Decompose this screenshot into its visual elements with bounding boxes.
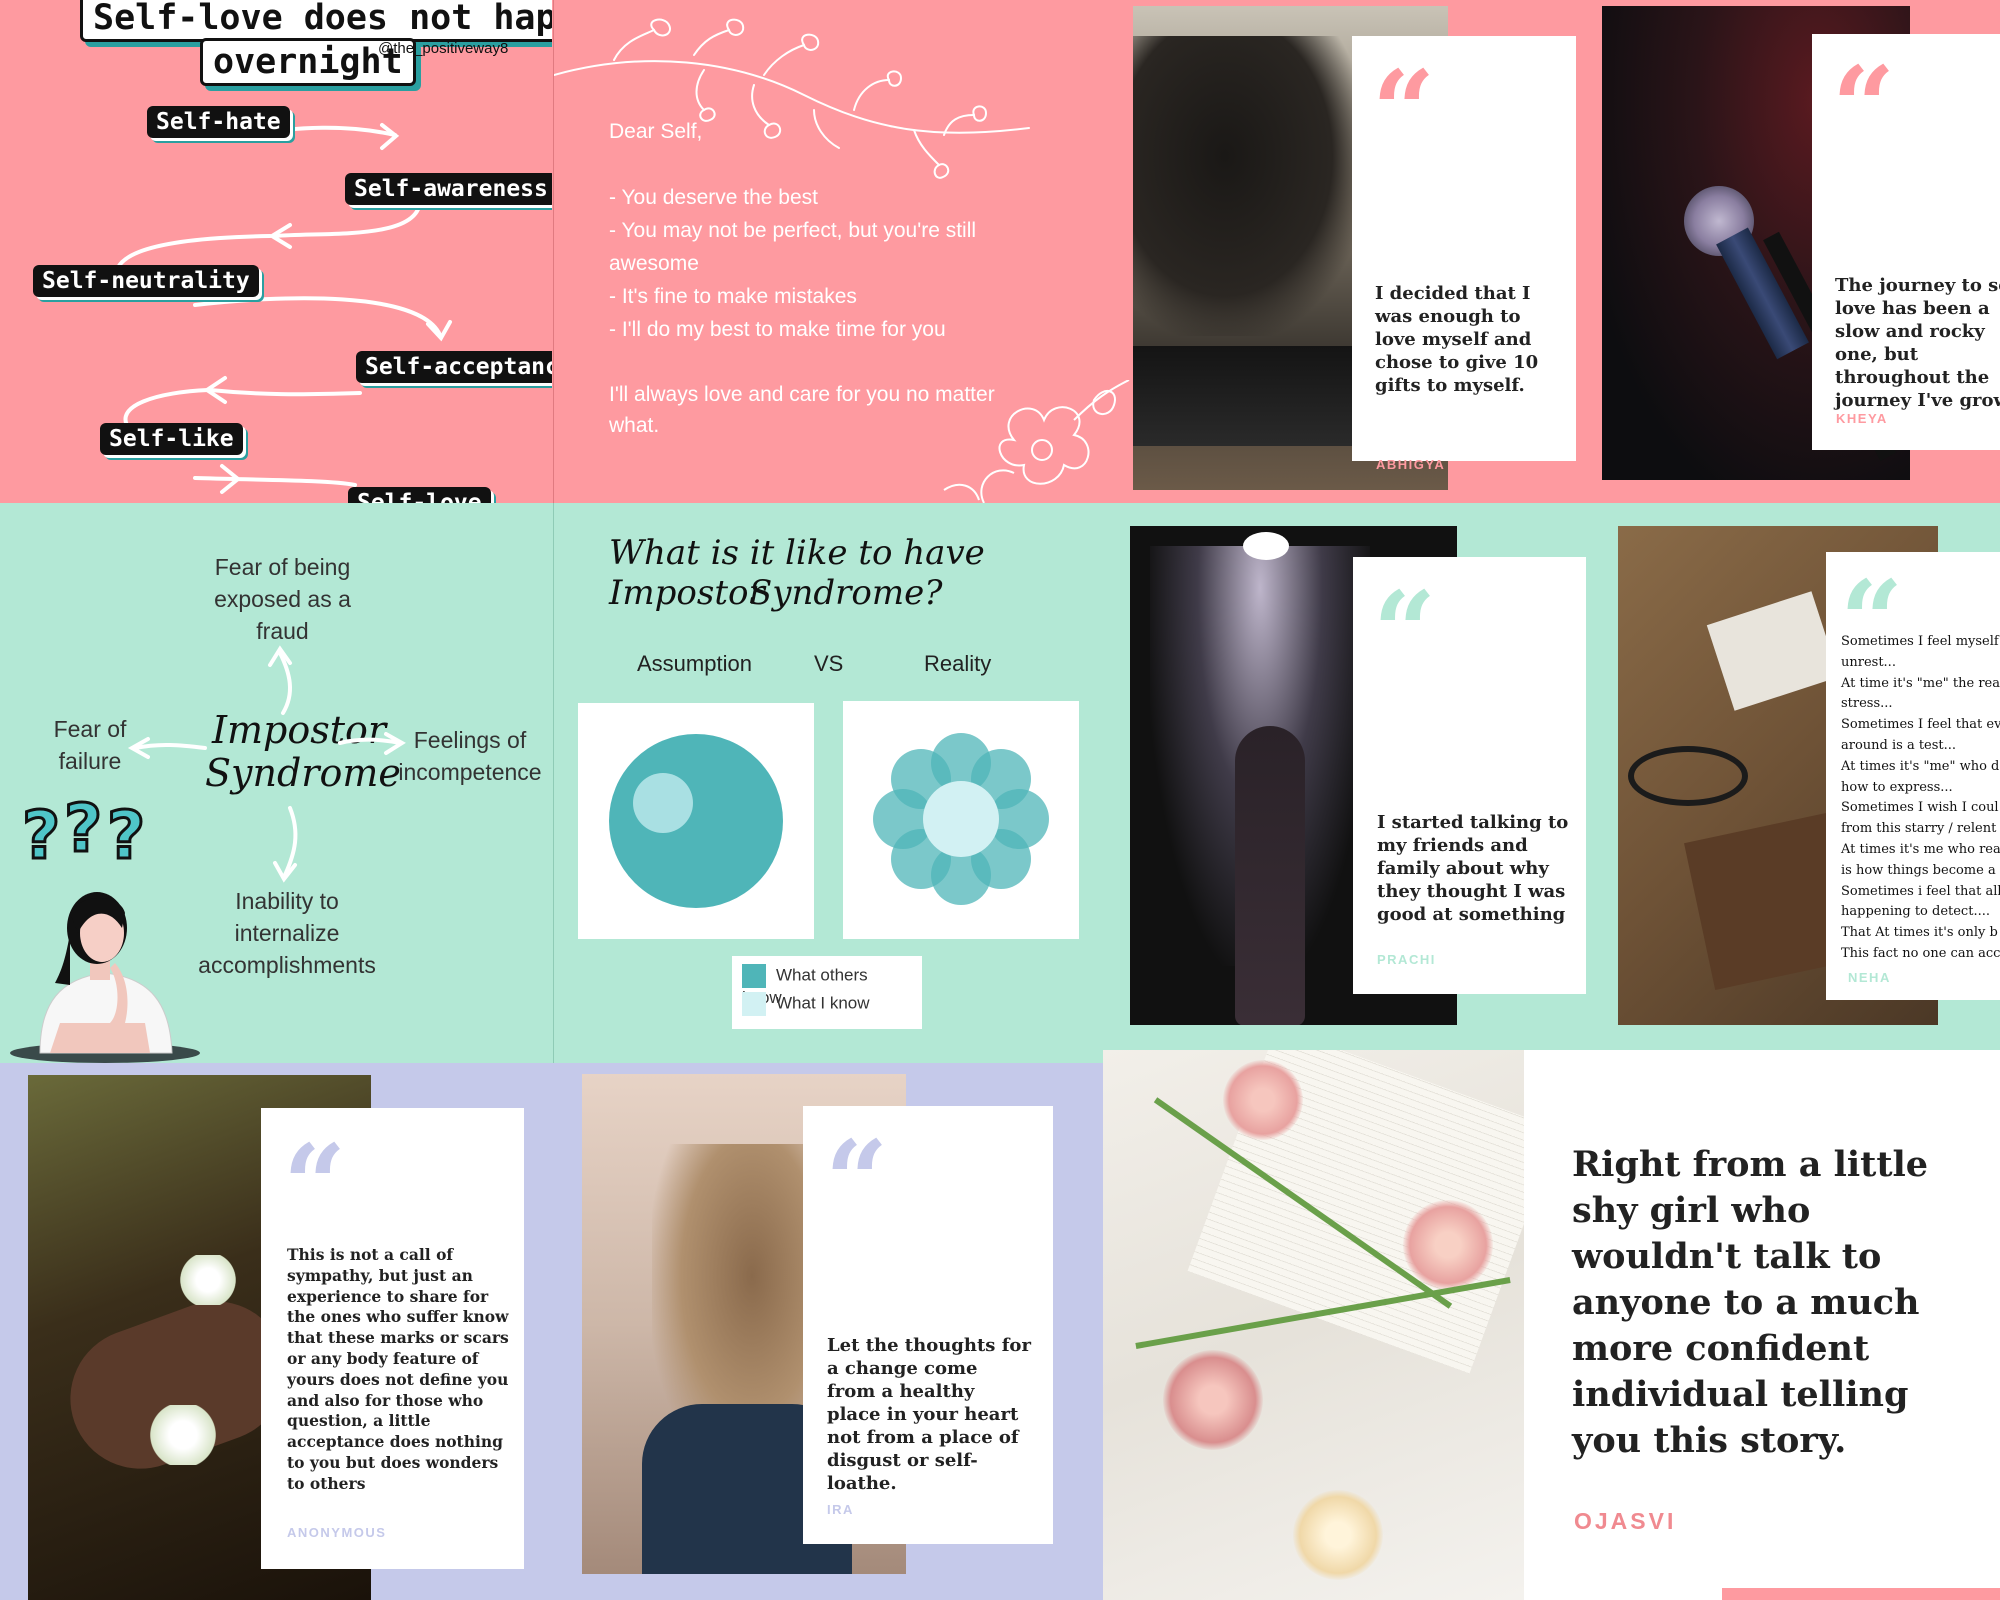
photo-cards: [1706, 591, 1840, 711]
pink-flower: [1223, 1060, 1303, 1140]
impostor-chart-panel: What is it like to have Impostor Syndrom…: [554, 503, 1104, 1063]
step-self-hate: Self-hate: [147, 106, 290, 138]
neha-line: Sometimes I feel myself: [1841, 634, 1999, 649]
quote-text-abhigya: I decided that I was enough to love myse…: [1375, 283, 1539, 396]
dear-self-closing-1: I'll always love and care for you no mat…: [609, 383, 995, 406]
dear-self-greeting: Dear Self,: [609, 120, 703, 143]
reality-flower: [873, 733, 1049, 905]
spotlight-lamp: [1243, 532, 1289, 560]
neha-line: from this starry / relent: [1841, 821, 1997, 837]
quote-card-anonymous: “ This is not a call of sympathy, but ju…: [261, 1108, 524, 1569]
quote-author-anonymous: ANONYMOUS: [287, 1525, 387, 1540]
quote-mark-icon: “: [1372, 46, 1436, 175]
book-page-shadow: [1133, 36, 1363, 336]
neha-line: around is a test...: [1841, 737, 1957, 753]
dear-self-panel: Dear Self, - You deserve the best - You …: [554, 0, 1134, 503]
impostor-map-panel: Fear of being exposed as a fraud Fear of…: [0, 503, 553, 1063]
quote-text-ojasvi: Right from a little shy girl who wouldn'…: [1572, 1144, 1929, 1461]
chart-title-line-2: Syndrome?: [749, 573, 943, 613]
cream-flower: [1293, 1490, 1383, 1580]
dear-self-line-1: - You deserve the best: [609, 186, 818, 209]
neha-line: This fact no one can acc: [1841, 945, 2000, 961]
quote-card-neha: “ Sometimes I feel myself unrest... At t…: [1826, 552, 2000, 1000]
assumption-box: [578, 703, 814, 939]
quote-text-neha: Sometimes I feel myself unrest... At tim…: [1841, 632, 2000, 965]
journey-arrows: [113, 123, 452, 494]
legend-label-me: What I know: [776, 993, 870, 1013]
neha-line: At time it's "me" the rea: [1841, 675, 2000, 691]
neha-line: At times it's "me" who d: [1841, 758, 2000, 774]
svg-text:?: ?: [64, 793, 102, 867]
quote-author-neha: NEHA: [1848, 970, 1891, 985]
question-marks-icon: ? ? ?: [22, 793, 147, 873]
neha-line: is how things become a l: [1841, 862, 2000, 878]
selflove-panel: Self-love does not happen overnight @the…: [0, 0, 552, 503]
dear-self-closing-2: what.: [609, 414, 660, 437]
thinking-woman-illustration: [10, 892, 200, 1063]
quote-mark-icon: “: [283, 1120, 347, 1249]
dear-self-line-2: - You may not be perfect, but you're sti…: [609, 219, 977, 242]
quote-mark-icon: “: [1373, 567, 1437, 696]
pink-flower: [1163, 1350, 1263, 1450]
neha-line: happening to detect....: [1841, 904, 1990, 920]
step-self-like: Self-like: [100, 423, 243, 455]
neha-line: Sometimes i feel that all: [1841, 883, 2000, 899]
neha-line: That At times it's only b: [1841, 925, 1998, 941]
white-flowers: [178, 1255, 238, 1305]
quote-mark-icon: “: [825, 1116, 889, 1245]
step-self-neutrality: Self-neutrality: [33, 265, 259, 297]
quote-text-ira: Let the thoughts for a change come from …: [827, 1335, 1031, 1494]
white-flowers: [148, 1405, 218, 1465]
quote-author-ira: IRA: [827, 1502, 854, 1517]
label-reality: Reality: [924, 651, 992, 676]
step-self-acceptance: Self-acceptance: [356, 351, 552, 383]
neha-line: unrest...: [1841, 654, 1896, 670]
step-self-love: Self-love: [348, 487, 491, 503]
step-self-awareness: Self-awareness: [345, 173, 552, 205]
quote-author-prachi: PRACHI: [1377, 952, 1436, 967]
quote-card-abhigya: “ I decided that I was enough to love my…: [1352, 36, 1576, 472]
pink-accent-bar: [1722, 1588, 2000, 1600]
glasses: [1628, 746, 1748, 806]
quote-text-anonymous: This is not a call of sympathy, but just…: [287, 1245, 509, 1493]
quote-author-kheya: KHEYA: [1836, 411, 1888, 426]
quote-text-prachi: I started talking to my friends and fami…: [1377, 812, 1569, 925]
assumption-circle: [609, 734, 783, 908]
quote-card-prachi: “ I started talking to my friends and fa…: [1353, 557, 1586, 994]
pink-flower: [1403, 1200, 1493, 1290]
neha-line: At times it's me who rea: [1841, 841, 2000, 857]
quote-text-kheya: The journey to self love has been a slow…: [1835, 275, 2000, 411]
quote-author-ojasvi: OJASVI: [1574, 1508, 1677, 1534]
quote-mark-icon: “: [1832, 42, 1896, 171]
label-assumption: Assumption: [637, 651, 752, 676]
dear-self-line-4: - It's fine to make mistakes: [609, 285, 857, 308]
svg-text:?: ?: [22, 797, 60, 873]
chart-legend: What others know What I know: [732, 956, 922, 1029]
label-vs: VS: [814, 651, 844, 676]
legend-item-others: What others know: [742, 964, 912, 1007]
neha-line: stress...: [1841, 696, 1893, 712]
reality-box: [843, 701, 1079, 939]
legend-swatch-me: [742, 992, 766, 1016]
quote-card-ira: “ Let the thoughts for a change come fro…: [803, 1106, 1053, 1544]
quote-author-abhigya: ABHIGYA: [1376, 457, 1446, 472]
legend-item-me: What I know: [742, 992, 912, 1020]
quote-card-kheya: “ The journey to self love has been a sl…: [1812, 34, 2000, 450]
svg-text:?: ?: [107, 797, 145, 873]
dear-self-line-3: awesome: [609, 252, 699, 275]
neha-line: Sometimes I feel that ev: [1841, 717, 2000, 733]
neha-line: how to express...: [1841, 779, 1953, 795]
neha-line: Sometimes I wish I coul: [1841, 800, 1999, 816]
flowers-book-photo: [1103, 1050, 1524, 1600]
ojasvi-card: Right from a little shy girl who wouldn'…: [1524, 1050, 2000, 1600]
woman-silhouette: [1235, 726, 1305, 1025]
floral-branch-illustration: [554, 18, 1030, 179]
legend-swatch-others: [742, 964, 766, 988]
dear-self-line-5: - I'll do my best to make time for you: [609, 318, 946, 341]
